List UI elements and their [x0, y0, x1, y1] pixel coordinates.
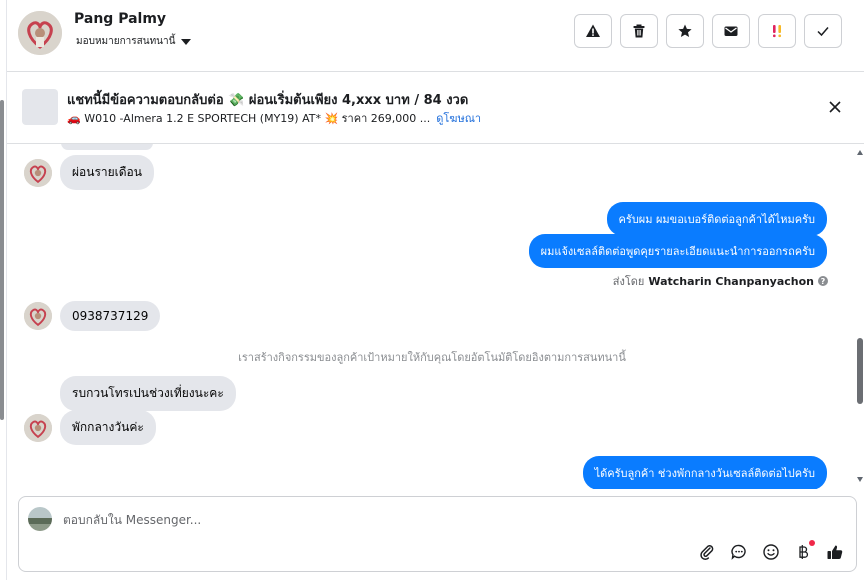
reply-composer	[18, 496, 857, 572]
warning-icon	[586, 24, 600, 37]
trash-icon	[633, 24, 645, 38]
message-bubble: ได้ครับลูกค้า ช่วงพักกลางวันเซลล์ติดต่อไ…	[582, 456, 827, 489]
mark-unread-button[interactable]	[712, 14, 750, 48]
contact-avatar-small	[24, 413, 52, 442]
attach-button[interactable]	[698, 543, 716, 561]
conversation-header: Pang Palmy มอบหมายการสนทนานี้	[7, 0, 864, 72]
header-actions	[574, 14, 842, 48]
message-row-incoming: 0938737129	[24, 301, 161, 331]
message-bubble: ครับผม ผมขอเบอร์ติดต่อลูกค้าได้ไหมครับ	[606, 202, 827, 236]
ad-context-banner: แชทนี้มีข้อความตอบกลับต่อ 💸 ผ่อนเริ่มต้น…	[7, 72, 864, 144]
message-row-incoming: รบกวนโทรเปนช่วงเที่ยงนะคะ	[60, 376, 236, 411]
message-row-incoming: พักกลางวันค่ะ	[24, 410, 156, 445]
ad-subtitle-text: 🚗 W010 -Almera 1.2 E SPORTECH (MY19) AT*…	[67, 112, 431, 125]
star-icon	[678, 24, 692, 37]
paperclip-icon	[700, 545, 714, 560]
contact-avatar-small	[24, 158, 52, 187]
close-banner-button[interactable]	[826, 98, 844, 116]
star-button[interactable]	[666, 14, 704, 48]
message-bubble: รบกวนโทรเปนช่วงเที่ยงนะคะ	[60, 376, 236, 411]
thread-scrollbar[interactable]	[857, 150, 864, 482]
close-icon	[829, 101, 841, 113]
contact-avatar[interactable]	[18, 11, 62, 55]
system-note: เราสร้างกิจกรรมของลูกค้าเป้าหมายให้กับคุ…	[238, 351, 626, 364]
message-row-outgoing: ครับผม ผมขอเบอร์ติดต่อลูกค้าได้ไหมครับ	[606, 202, 827, 236]
ad-title: แชทนี้มีข้อความตอบกลับต่อ 💸 ผ่อนเริ่มต้น…	[67, 93, 469, 108]
message-bubble: พักกลางวันค่ะ	[60, 410, 156, 445]
scroll-thumb[interactable]	[857, 338, 863, 404]
baht-icon	[799, 545, 808, 559]
inbox-chat-window: Pang Palmy มอบหมายการสนทนานี้ แชทนี้มีข้…	[0, 0, 864, 580]
contact-name: Pang Palmy	[74, 11, 167, 27]
report-spam-button[interactable]	[574, 14, 612, 48]
message-thread[interactable]: ผ่อนรายเดือน ครับผม ผมขอเบอร์ติดต่อลูกค้…	[7, 144, 857, 489]
message-row-outgoing: ผมแจ้งเซลล์ติดต่อพูดคุยรายละเอียดแนะนำกา…	[528, 234, 827, 268]
message-bubble-clipped	[61, 144, 153, 150]
saved-replies-button[interactable]	[730, 543, 748, 561]
mark-done-button[interactable]	[804, 14, 842, 48]
page-avatar	[28, 507, 52, 531]
message-row-outgoing: ได้ครับลูกค้า ช่วงพักกลางวันเซลล์ติดต่อไ…	[582, 456, 827, 489]
scroll-up-arrow[interactable]	[857, 150, 863, 155]
delete-button[interactable]	[620, 14, 658, 48]
info-icon[interactable]: ?	[818, 276, 828, 286]
sent-by-prefix: ส่งโดย	[612, 275, 645, 288]
priority-button[interactable]	[758, 14, 796, 48]
composer-tools	[698, 540, 844, 561]
scroll-down-arrow[interactable]	[857, 477, 863, 482]
message-bubble: ผมแจ้งเซลล์ติดต่อพูดคุยรายละเอียดแนะนำกา…	[528, 234, 827, 268]
message-bubble: ผ่อนรายเดือน	[60, 155, 154, 190]
assign-conversation-dropdown[interactable]: มอบหมายการสนทนานี้	[76, 34, 192, 49]
message-row-incoming: ผ่อนรายเดือน	[24, 155, 154, 190]
message-row	[61, 144, 153, 150]
message-bubble: 0938737129	[60, 301, 161, 331]
view-ad-link[interactable]: ดูโฆษณา	[436, 112, 481, 125]
left-pane-scrollbar[interactable]	[0, 100, 4, 420]
ad-thumbnail	[22, 89, 58, 125]
ad-subtitle: 🚗 W010 -Almera 1.2 E SPORTECH (MY19) AT*…	[67, 109, 481, 127]
like-button[interactable]	[826, 543, 844, 561]
reply-input[interactable]	[63, 511, 763, 529]
sent-by-agent: Watcharin Chanpanyachon	[648, 274, 814, 288]
emoji-button[interactable]	[762, 543, 780, 561]
thumbs-up-icon	[827, 545, 843, 559]
check-icon	[817, 27, 829, 37]
mail-icon	[724, 26, 738, 36]
notification-dot	[809, 540, 815, 546]
chat-bubble-icon	[731, 544, 746, 560]
assign-label: มอบหมายการสนทนานี้	[76, 36, 176, 47]
sent-by-label: ส่งโดย Watcharin Chanpanyachon ?	[613, 272, 828, 290]
caret-down-icon	[181, 38, 192, 45]
priority-icon	[773, 25, 781, 38]
contact-avatar-small	[24, 302, 52, 330]
emoji-icon	[763, 544, 779, 560]
payment-button[interactable]	[794, 540, 815, 561]
